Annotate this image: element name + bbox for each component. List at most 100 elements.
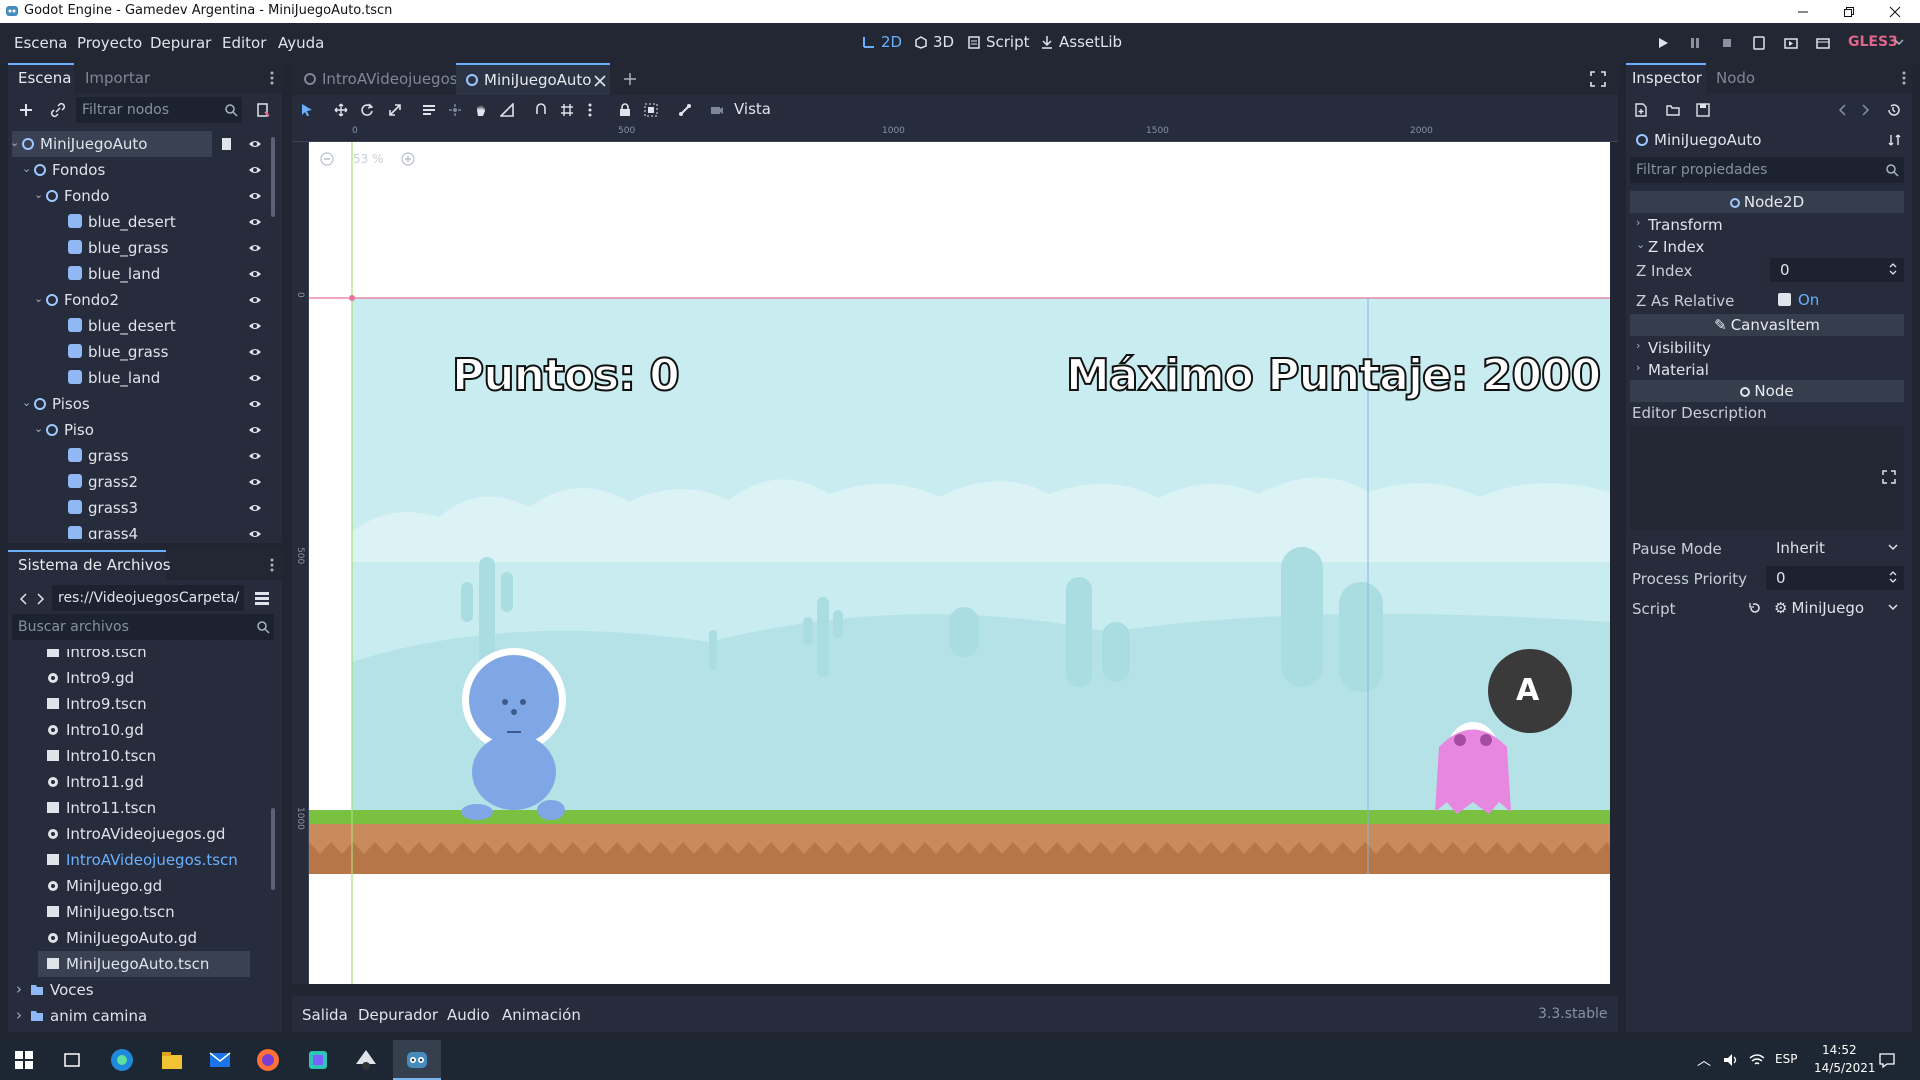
visibility-eye-icon[interactable] <box>248 424 262 436</box>
visibility-eye-icon[interactable] <box>248 528 262 539</box>
file-item[interactable]: MiniJuego.gd <box>38 873 250 899</box>
snap-options-icon[interactable] <box>588 103 592 117</box>
history-forward-icon[interactable] <box>1861 103 1871 117</box>
tree-node[interactable]: grass2 <box>12 469 282 495</box>
tree-node[interactable]: ⌄ Fondo <box>12 183 282 209</box>
tree-node[interactable]: ⌄ Pisos <box>12 391 282 417</box>
group-zindex[interactable]: ⌄ Z Index <box>1630 236 1904 260</box>
fs-menu-icon[interactable] <box>270 558 274 572</box>
file-item[interactable]: IntroAVideojuegos.gd <box>38 821 250 847</box>
menu-escena[interactable]: Escena <box>14 34 67 52</box>
file-item[interactable]: MiniJuego.tscn <box>38 899 250 925</box>
ruler-vertical[interactable]: 0 500 1000 <box>292 142 309 984</box>
play-custom-scene-icon[interactable] <box>1816 36 1830 50</box>
menu-proyecto[interactable]: Proyecto <box>77 34 142 52</box>
visibility-eye-icon[interactable] <box>248 164 262 176</box>
visibility-eye-icon[interactable] <box>248 450 262 462</box>
history-back-icon[interactable] <box>1837 103 1847 117</box>
tab-introavideojuegos[interactable]: IntroAVideojuegos <box>292 63 458 95</box>
edge-browser-icon[interactable] <box>108 1046 136 1074</box>
visibility-eye-icon[interactable] <box>248 138 262 150</box>
taskbar-godot-active[interactable] <box>393 1040 441 1080</box>
camera-override-icon[interactable] <box>710 103 724 117</box>
tree-node[interactable]: grass <box>12 443 282 469</box>
dock-menu-icon[interactable] <box>270 71 274 85</box>
scene-tree-scrollbar[interactable] <box>271 137 275 217</box>
file-item[interactable]: Intro11.tscn <box>38 795 250 821</box>
chevron-down-icon[interactable]: ⌄ <box>34 188 43 201</box>
zoom-level[interactable]: 53 % <box>353 152 384 166</box>
visibility-eye-icon[interactable] <box>248 502 262 514</box>
revert-icon[interactable] <box>1748 601 1762 615</box>
tree-node[interactable]: grass4 <box>12 521 282 539</box>
windows-start-icon[interactable] <box>10 1046 38 1074</box>
editor-desc-textarea[interactable] <box>1630 426 1904 530</box>
spin-arrows-icon[interactable] <box>1888 570 1898 584</box>
history-icon[interactable] <box>1886 103 1900 117</box>
file-item[interactable]: Intro10.gd <box>38 717 250 743</box>
script-resource-picker[interactable]: ⚙ MiniJuego <box>1770 596 1904 620</box>
tree-node[interactable]: blue_land <box>12 365 282 391</box>
split-view-icon[interactable] <box>254 590 270 606</box>
expand-icon[interactable] <box>1882 470 1896 484</box>
attach-script-icon[interactable] <box>255 102 271 118</box>
bone-icon[interactable] <box>678 103 692 117</box>
pan-tool-icon[interactable] <box>474 103 488 117</box>
tree-node[interactable]: ⌄ MiniJuegoAuto <box>12 131 261 157</box>
stop-icon[interactable] <box>1720 36 1734 50</box>
tree-node[interactable]: grass3 <box>12 495 282 521</box>
tree-node[interactable]: ⌄ Fondo2 <box>12 287 282 313</box>
spin-arrows-icon[interactable] <box>1888 262 1898 276</box>
tree-node[interactable]: blue_grass <box>12 339 282 365</box>
inkscape-icon[interactable] <box>352 1046 380 1074</box>
zoom-in-icon[interactable] <box>401 152 415 166</box>
group-icon[interactable] <box>644 103 658 117</box>
file-item[interactable]: Intro9.tscn <box>38 691 250 717</box>
open-folder-icon[interactable] <box>1666 103 1680 117</box>
file-item[interactable]: Intro11.gd <box>38 769 250 795</box>
tab-nodo[interactable]: Nodo <box>1716 69 1755 87</box>
ruler-horizontal[interactable]: 0 500 1000 1500 2000 <box>292 125 1618 142</box>
file-item[interactable]: IntroAVideojuegos.tscn <box>38 847 250 873</box>
tree-node[interactable]: ⌄ Piso <box>12 417 282 443</box>
pivot-tool-icon[interactable] <box>448 103 462 117</box>
select-tool-icon[interactable] <box>300 103 314 117</box>
back-arrow-icon[interactable] <box>18 592 28 606</box>
zindex-spinbox[interactable]: 0 <box>1770 258 1904 282</box>
chevron-down-icon[interactable]: ⌄ <box>34 422 43 435</box>
clock-date[interactable]: 14/5/2021 <box>1814 1061 1876 1075</box>
bottom-tab-salida[interactable]: Salida <box>302 1006 348 1024</box>
add-tab-icon[interactable] <box>622 71 638 87</box>
mode-2d-button[interactable]: 2D <box>862 33 902 51</box>
visibility-eye-icon[interactable] <box>248 372 262 384</box>
chevron-down-icon[interactable]: ⌄ <box>22 396 31 409</box>
lock-icon[interactable] <box>618 103 632 117</box>
group-visibility[interactable]: › Visibility <box>1630 337 1904 361</box>
menu-ayuda[interactable]: Ayuda <box>278 34 324 52</box>
visibility-eye-icon[interactable] <box>248 346 262 358</box>
new-resource-icon[interactable] <box>1634 103 1648 117</box>
link-icon[interactable] <box>50 102 66 118</box>
app-icon[interactable] <box>304 1046 332 1074</box>
visibility-eye-icon[interactable] <box>248 268 262 280</box>
visibility-eye-icon[interactable] <box>248 320 262 332</box>
play-icon[interactable] <box>1656 36 1670 50</box>
tree-node[interactable]: blue_desert <box>12 313 282 339</box>
folder-item[interactable]: › anim camina <box>12 1003 274 1028</box>
move-tool-icon[interactable] <box>334 103 348 117</box>
a-button-label[interactable]: A <box>1516 673 1539 708</box>
add-node-icon[interactable] <box>18 102 34 118</box>
tree-node[interactable]: blue_grass <box>12 235 282 261</box>
file-item[interactable]: MiniJuegoAuto.tscn <box>38 951 250 977</box>
file-item[interactable]: Intro8.tscn <box>38 649 250 665</box>
mode-script-button[interactable]: Script <box>967 33 1030 51</box>
file-item[interactable]: Intro9.gd <box>38 665 250 691</box>
grid-snap-icon[interactable] <box>560 103 574 117</box>
bottom-tab-depurador[interactable]: Depurador <box>358 1006 438 1024</box>
visibility-eye-icon[interactable] <box>248 216 262 228</box>
visibility-eye-icon[interactable] <box>248 242 262 254</box>
visibility-eye-icon[interactable] <box>248 398 262 410</box>
wifi-icon[interactable] <box>1748 1052 1766 1068</box>
chevron-right-icon[interactable]: › <box>16 1006 22 1024</box>
rotate-tool-icon[interactable] <box>360 103 374 117</box>
